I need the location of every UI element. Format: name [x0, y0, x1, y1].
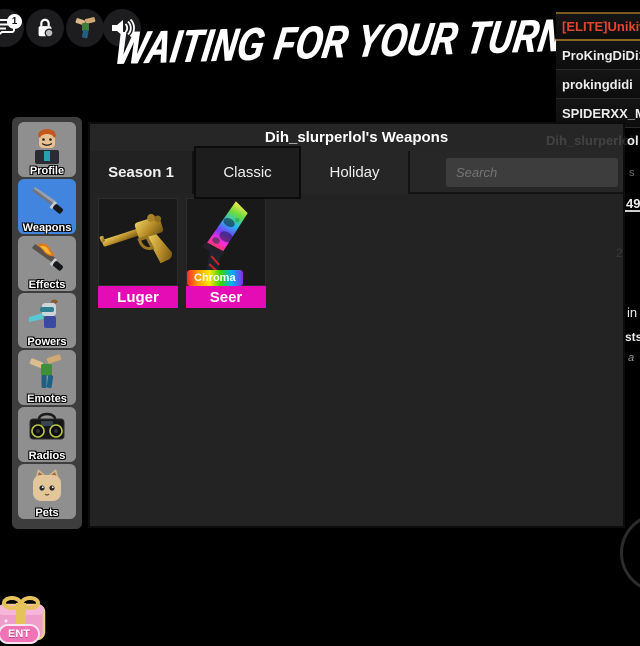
search-input[interactable]: [446, 165, 638, 180]
sidebar-item-label: Weapons: [18, 222, 76, 234]
emote-dab-icon: [27, 351, 67, 393]
lock-icon: [34, 17, 56, 39]
fragment-tail-sts: sts: [625, 330, 640, 344]
event-button[interactable]: ENT: [0, 595, 58, 641]
weapons-panel: Dih_slurperlol's Weapons Season 1 Classi…: [88, 122, 625, 528]
flaming-knife-icon: [27, 237, 67, 279]
sidebar-item-label: Radios: [18, 450, 76, 462]
fragment-tail-italic: a: [628, 352, 634, 364]
leaderboard-row[interactable]: prokingdidi: [556, 70, 640, 99]
sidebar-item-weapons[interactable]: Weapons: [18, 179, 76, 234]
waiting-banner: WAITING FOR YOUR TURN: [111, 9, 568, 75]
tab-holiday[interactable]: Holiday: [301, 151, 410, 194]
notification-badge: 1: [7, 14, 22, 29]
tab-row: Season 1 Classic Holiday: [90, 151, 623, 194]
profile-avatar-icon: [27, 123, 67, 165]
tab-label: Classic: [223, 164, 271, 181]
sidebar-item-label: Profile: [18, 165, 76, 177]
weapon-name-label: Luger: [98, 286, 178, 308]
leaderboard-row-elite[interactable]: [ELITE] Unikiw: [556, 12, 640, 41]
tab-classic[interactable]: Classic: [194, 146, 301, 199]
player-name: Unikiw: [608, 19, 640, 34]
fragment-faint-digit: 2: [616, 246, 623, 260]
fragment-name-tail: ol: [627, 133, 639, 148]
luger-pistol-icon: [99, 199, 177, 285]
chroma-badge: Chroma: [187, 270, 243, 286]
boombox-icon: [27, 408, 67, 450]
sidebar-item-label: Pets: [18, 507, 76, 519]
panel-header: Dih_slurperlol's Weapons: [90, 124, 623, 152]
panel-title: Dih_slurperlol's Weapons: [90, 124, 623, 151]
leaderboard-row[interactable]: ProKingDiDi10: [556, 41, 640, 70]
sidebar-item-pets[interactable]: Pets: [18, 464, 76, 519]
occluded-player-name: Dih_slurperlol: [546, 133, 633, 148]
sidebar-item-profile[interactable]: Profile: [18, 122, 76, 177]
sidebar-item-emotes[interactable]: Emotes: [18, 350, 76, 405]
search-box: [446, 158, 618, 187]
sidebar-item-radios[interactable]: Radios: [18, 407, 76, 462]
lock-button[interactable]: [26, 9, 64, 47]
weapon-name-label: Seer: [186, 286, 266, 308]
chat-button[interactable]: 1: [0, 9, 24, 47]
event-badge-label: ENT: [0, 624, 40, 644]
weapon-image: [98, 198, 178, 286]
sidebar-item-label: Effects: [18, 279, 76, 291]
emotes-menu-button[interactable]: [66, 9, 104, 47]
cat-icon: [27, 465, 67, 507]
character-emote-icon: [72, 15, 98, 41]
player-rank-prefix: [ELITE]: [562, 19, 608, 34]
player-name: prokingdidi: [562, 77, 633, 92]
tab-label: Holiday: [329, 164, 379, 181]
fragment-small-tail: s: [629, 167, 635, 179]
tab-label: Season 1: [108, 164, 174, 181]
fragment-number-tail: 49: [626, 196, 640, 211]
weapon-card-luger[interactable]: Luger: [98, 198, 178, 308]
weapons-grid: Luger: [90, 194, 623, 526]
fragment-divider: [625, 210, 640, 212]
sidebar-item-powers[interactable]: Powers: [18, 293, 76, 348]
fragment-tail-in: in: [627, 305, 637, 320]
knife-icon: [27, 180, 67, 222]
powers-character-icon: [27, 294, 67, 336]
inventory-sidebar: Profile Weapons Effects: [12, 117, 82, 529]
player-name: SPIDERXX_MA: [562, 106, 640, 121]
tab-season-1[interactable]: Season 1: [90, 151, 194, 194]
weapon-card-seer[interactable]: Chroma Seer: [186, 198, 266, 308]
player-name: ProKingDiDi10: [562, 48, 640, 63]
sidebar-item-label: Powers: [18, 336, 76, 348]
sidebar-item-label: Emotes: [18, 393, 76, 405]
sidebar-item-effects[interactable]: Effects: [18, 236, 76, 291]
